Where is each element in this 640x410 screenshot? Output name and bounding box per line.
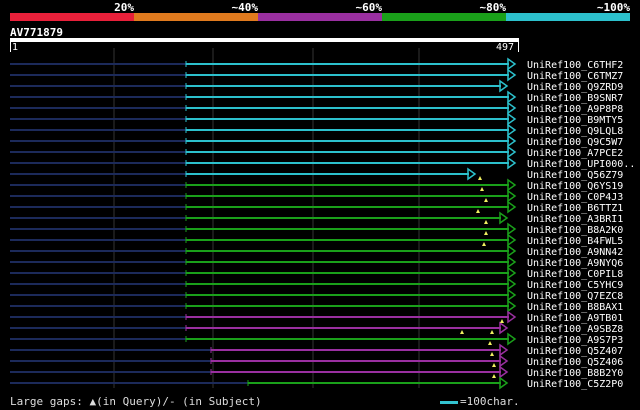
hit-arrowhead bbox=[499, 343, 509, 357]
query-gap-marker bbox=[484, 198, 488, 202]
hit-label[interactable]: UniRef100_B8B2Y0 bbox=[527, 368, 623, 379]
hit-label[interactable]: UniRef100_Q9C5W7 bbox=[527, 137, 623, 148]
hit-arrowhead bbox=[499, 376, 509, 390]
hit-label[interactable]: UniRef100_B9SNR7 bbox=[527, 93, 623, 104]
hit-arrowhead bbox=[467, 167, 477, 181]
query-gap-marker bbox=[480, 187, 484, 191]
query-gap-marker bbox=[484, 231, 488, 235]
query-gap-marker bbox=[500, 319, 504, 323]
hit-arrowhead bbox=[507, 233, 517, 247]
hit-arrowhead bbox=[507, 57, 517, 71]
hit-arrowhead bbox=[507, 255, 517, 269]
hit-arrowhead bbox=[507, 266, 517, 280]
hit-arrowhead bbox=[507, 277, 517, 291]
hit-label[interactable]: UniRef100_C0P4J3 bbox=[527, 192, 623, 203]
hit-label[interactable]: UniRef100_C6THF2 bbox=[527, 60, 623, 71]
hit-arrowhead bbox=[507, 156, 517, 170]
hit-label[interactable]: UniRef100_A9TB01 bbox=[527, 313, 623, 324]
hit-label[interactable]: UniRef100_C6TMZ7 bbox=[527, 71, 623, 82]
scale-text: =100char. bbox=[460, 395, 520, 408]
hit-arrowhead bbox=[507, 178, 517, 192]
hit-label[interactable]: UniRef100_Q7EZC8 bbox=[527, 291, 623, 302]
query-gap-marker bbox=[492, 363, 496, 367]
hit-arrowhead bbox=[507, 310, 517, 324]
hit-label[interactable]: UniRef100_B6TTZ1 bbox=[527, 203, 623, 214]
hit-label[interactable]: UniRef100_C0PIL8 bbox=[527, 269, 623, 280]
query-gap-marker bbox=[484, 220, 488, 224]
hit-label[interactable]: UniRef100_Q9LQL8 bbox=[527, 126, 623, 137]
hit-label[interactable]: UniRef100_Q5Z406 bbox=[527, 357, 623, 368]
hit-arrowhead bbox=[507, 288, 517, 302]
hit-label[interactable]: UniRef100_Q5Z407 bbox=[527, 346, 623, 357]
hit-label[interactable]: UniRef100_A9P8P8 bbox=[527, 104, 623, 115]
hit-label[interactable]: UniRef100_C5YHC9 bbox=[527, 280, 623, 291]
hit-arrowhead bbox=[507, 134, 517, 148]
hit-arrowhead bbox=[507, 189, 517, 203]
hit-label[interactable]: UniRef100_C5Z2P0 bbox=[527, 379, 623, 390]
hit-label[interactable]: UniRef100_A3BRI1 bbox=[527, 214, 623, 225]
scale-legend-bottom: =100char. bbox=[440, 395, 520, 408]
hit-arrowhead bbox=[507, 200, 517, 214]
query-gap-marker bbox=[490, 330, 494, 334]
gaps-legend: Large gaps: ▲(in Query)/- (in Subject) bbox=[10, 395, 262, 408]
hit-arrowhead bbox=[507, 123, 517, 137]
hit-arrowhead bbox=[499, 365, 509, 379]
hit-arrowhead bbox=[507, 90, 517, 104]
hit-arrowhead bbox=[507, 68, 517, 82]
query-gap-marker bbox=[478, 176, 482, 180]
hit-label[interactable]: UniRef100_A9NYQ6 bbox=[527, 258, 623, 269]
hit-label[interactable]: UniRef100_B9MTY5 bbox=[527, 115, 623, 126]
hit-arrowhead bbox=[507, 244, 517, 258]
hit-label[interactable]: UniRef100_B4FWL5 bbox=[527, 236, 623, 247]
hit-arrowhead bbox=[499, 211, 509, 225]
hit-label[interactable]: UniRef100_UPI000.. bbox=[527, 159, 635, 170]
query-gap-marker bbox=[490, 352, 494, 356]
hit-arrowhead bbox=[499, 354, 509, 368]
hit-label[interactable]: UniRef100_A9S7P3 bbox=[527, 335, 623, 346]
query-gap-marker bbox=[488, 341, 492, 345]
hit-label[interactable]: UniRef100_A9SBZ8 bbox=[527, 324, 623, 335]
hit-arrowhead bbox=[507, 101, 517, 115]
hit-arrowhead bbox=[507, 145, 517, 159]
hit-label[interactable]: UniRef100_B8A2K0 bbox=[527, 225, 623, 236]
hit-label[interactable]: UniRef100_A9NN42 bbox=[527, 247, 623, 258]
hit-label[interactable]: UniRef100_Q6YS19 bbox=[527, 181, 623, 192]
query-gap-marker bbox=[492, 374, 496, 378]
hit-label[interactable]: UniRef100_B8BAX1 bbox=[527, 302, 623, 313]
hit-arrowhead bbox=[507, 222, 517, 236]
hit-arrowhead bbox=[507, 112, 517, 126]
hit-label[interactable]: UniRef100_Q9ZRD9 bbox=[527, 82, 623, 93]
scale-swatch bbox=[440, 400, 458, 404]
hit-label[interactable]: UniRef100_Q56Z79 bbox=[527, 170, 623, 181]
hit-arrowhead bbox=[507, 299, 517, 313]
hit-alignments: UniRef100_C6THF2UniRef100_C6TMZ7UniRef10… bbox=[10, 48, 635, 390]
query-gap-marker bbox=[460, 330, 464, 334]
hit-arrowhead bbox=[499, 321, 509, 335]
hit-arrowhead bbox=[507, 332, 517, 346]
query-gap-marker bbox=[476, 209, 480, 213]
hit-label[interactable]: UniRef100_A7PCE2 bbox=[527, 148, 623, 159]
hit-arrowhead bbox=[499, 79, 509, 93]
query-gap-marker bbox=[482, 242, 486, 246]
